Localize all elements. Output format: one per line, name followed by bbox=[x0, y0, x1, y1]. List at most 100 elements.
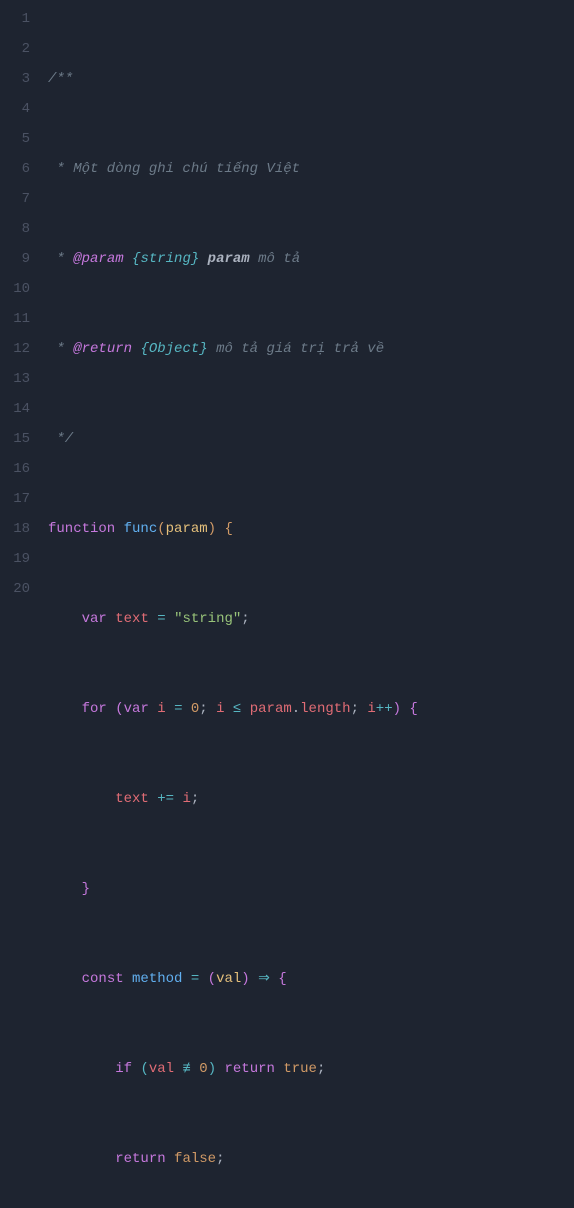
line-number: 8 bbox=[0, 214, 30, 244]
paren-token: ) bbox=[208, 521, 216, 537]
function-name: method bbox=[132, 971, 182, 987]
code-line: text += i; bbox=[48, 784, 574, 814]
keyword-token: return bbox=[225, 1061, 275, 1077]
var-name: i bbox=[157, 701, 165, 717]
string-token: "string" bbox=[174, 611, 241, 627]
keyword-token: if bbox=[115, 1061, 132, 1077]
doc-type: {Object} bbox=[140, 341, 207, 357]
number-token: 0 bbox=[191, 701, 199, 717]
paren-token: ) bbox=[208, 1061, 216, 1077]
function-name: func bbox=[124, 521, 158, 537]
semicolon-token: ; bbox=[199, 701, 207, 717]
code-line: for (var i = 0; i ≤ param.length; i++) { bbox=[48, 694, 574, 724]
code-line: var text = "string"; bbox=[48, 604, 574, 634]
var-name: val bbox=[149, 1061, 174, 1077]
line-number: 13 bbox=[0, 364, 30, 394]
code-line: */ bbox=[48, 424, 574, 454]
line-number: 12 bbox=[0, 334, 30, 364]
code-editor: 1 2 3 4 5 6 7 8 9 10 11 12 13 14 15 16 1… bbox=[0, 0, 574, 604]
line-number: 1 bbox=[0, 4, 30, 34]
doc-desc: mô tả bbox=[258, 251, 300, 267]
code-line: if (val ≢ 0) return true; bbox=[48, 1054, 574, 1084]
var-name: text bbox=[115, 791, 149, 807]
comment-token: * bbox=[48, 251, 73, 267]
paren-token: ) bbox=[393, 701, 401, 717]
line-number: 16 bbox=[0, 454, 30, 484]
boolean-token: false bbox=[174, 1151, 216, 1167]
doc-tag: @return bbox=[73, 341, 132, 357]
code-line: * @return {Object} mô tả giá trị trả về bbox=[48, 334, 574, 364]
param-token: val bbox=[216, 971, 241, 987]
var-name: text bbox=[115, 611, 149, 627]
paren-token: ( bbox=[115, 701, 123, 717]
line-number: 17 bbox=[0, 484, 30, 514]
keyword-token: return bbox=[115, 1151, 165, 1167]
dot-token: . bbox=[292, 701, 300, 717]
var-name: i bbox=[367, 701, 375, 717]
keyword-token: var bbox=[124, 701, 149, 717]
line-number: 20 bbox=[0, 574, 30, 604]
operator-token: = bbox=[157, 611, 165, 627]
brace-token: { bbox=[278, 971, 286, 987]
code-line: /** bbox=[48, 64, 574, 94]
line-number: 9 bbox=[0, 244, 30, 274]
paren-token: ( bbox=[157, 521, 165, 537]
semicolon-token: ; bbox=[241, 611, 249, 627]
doc-param-name: param bbox=[208, 251, 250, 267]
number-token: 0 bbox=[199, 1061, 207, 1077]
brace-token: { bbox=[224, 521, 232, 537]
line-number: 5 bbox=[0, 124, 30, 154]
operator-token: = bbox=[174, 701, 182, 717]
operator-token: ≤ bbox=[233, 701, 241, 717]
code-line: return false; bbox=[48, 1144, 574, 1174]
code-area[interactable]: /** * Một dòng ghi chú tiếng Việt * @par… bbox=[48, 0, 574, 604]
paren-token: ( bbox=[140, 1061, 148, 1077]
keyword-token: var bbox=[82, 611, 107, 627]
doc-tag: @param bbox=[73, 251, 123, 267]
brace-token: } bbox=[82, 881, 90, 897]
code-line: const method = (val) ⇒ { bbox=[48, 964, 574, 994]
line-number: 14 bbox=[0, 394, 30, 424]
operator-token: ++ bbox=[376, 701, 393, 717]
semicolon-token: ; bbox=[317, 1061, 325, 1077]
brace-token: { bbox=[409, 701, 417, 717]
property-token: length bbox=[300, 701, 350, 717]
line-number: 4 bbox=[0, 94, 30, 124]
line-number: 10 bbox=[0, 274, 30, 304]
semicolon-token: ; bbox=[351, 701, 359, 717]
paren-token: ) bbox=[241, 971, 249, 987]
var-name: i bbox=[182, 791, 190, 807]
boolean-token: true bbox=[283, 1061, 317, 1077]
comment-token: /** bbox=[48, 71, 73, 87]
arrow-token: ⇒ bbox=[258, 971, 270, 987]
operator-token: = bbox=[191, 971, 199, 987]
semicolon-token: ; bbox=[216, 1151, 224, 1167]
code-line: } bbox=[48, 874, 574, 904]
line-number: 19 bbox=[0, 544, 30, 574]
code-line: * Một dòng ghi chú tiếng Việt bbox=[48, 154, 574, 184]
line-number: 15 bbox=[0, 424, 30, 454]
keyword-token: for bbox=[82, 701, 107, 717]
code-line: * @param {string} param mô tả bbox=[48, 244, 574, 274]
operator-token: += bbox=[157, 791, 174, 807]
line-number: 3 bbox=[0, 64, 30, 94]
line-number: 2 bbox=[0, 34, 30, 64]
param-token: param bbox=[166, 521, 208, 537]
line-number: 11 bbox=[0, 304, 30, 334]
comment-token: */ bbox=[48, 431, 73, 447]
line-number: 7 bbox=[0, 184, 30, 214]
var-name: i bbox=[216, 701, 224, 717]
comment-token: * bbox=[48, 341, 73, 357]
operator-token: ≢ bbox=[182, 1061, 190, 1077]
object-token: param bbox=[250, 701, 292, 717]
comment-token: * Một dòng ghi chú tiếng Việt bbox=[48, 161, 300, 177]
line-gutter: 1 2 3 4 5 6 7 8 9 10 11 12 13 14 15 16 1… bbox=[0, 0, 48, 604]
line-number: 6 bbox=[0, 154, 30, 184]
doc-desc: mô tả giá trị trả về bbox=[216, 341, 384, 357]
keyword-token: const bbox=[82, 971, 124, 987]
line-number: 18 bbox=[0, 514, 30, 544]
semicolon-token: ; bbox=[191, 791, 199, 807]
doc-type: {string} bbox=[132, 251, 199, 267]
code-line: function func(param) { bbox=[48, 514, 574, 544]
paren-token: ( bbox=[208, 971, 216, 987]
